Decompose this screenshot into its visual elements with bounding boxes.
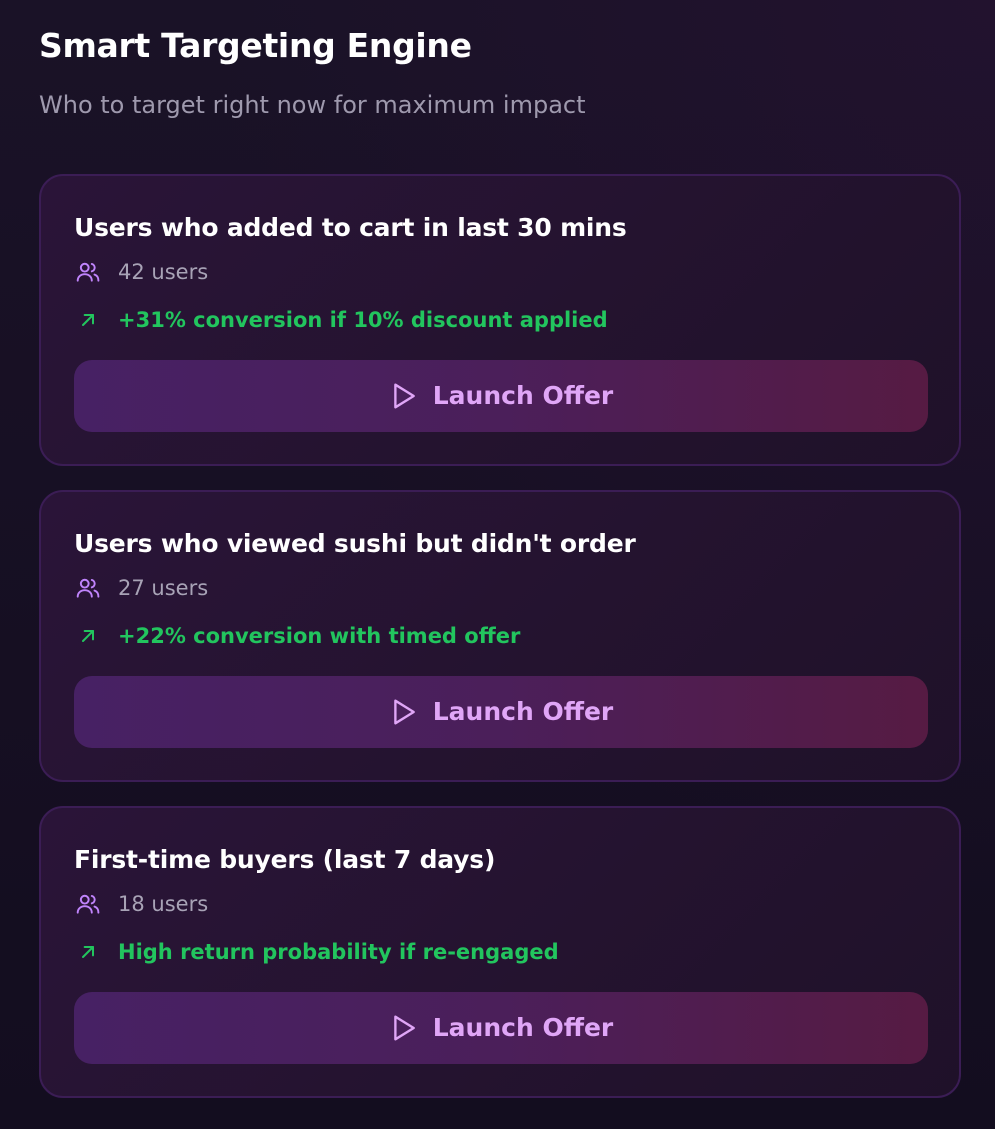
segment-card: Users who added to cart in last 30 mins … [39, 174, 961, 466]
play-icon [389, 697, 419, 727]
users-icon [74, 258, 102, 286]
segment-title: Users who added to cart in last 30 mins [74, 213, 627, 242]
segment-insight: +22% conversion with timed offer [118, 624, 521, 648]
page-title: Smart Targeting Engine [39, 26, 472, 65]
segment-user-count: 18 users [118, 892, 209, 916]
segment-user-count: 42 users [118, 260, 209, 284]
launch-offer-label: Launch Offer [432, 697, 614, 726]
segment-insight-row: +22% conversion with timed offer [74, 622, 926, 650]
segment-title: Users who viewed sushi but didn't order [74, 529, 636, 558]
segment-insight: +31% conversion if 10% discount applied [118, 308, 608, 332]
arrow-up-right-icon [74, 306, 102, 334]
launch-offer-button[interactable]: Launch Offer [74, 360, 928, 432]
launch-offer-button[interactable]: Launch Offer [74, 992, 928, 1064]
segment-card: Users who viewed sushi but didn't order … [39, 490, 961, 782]
segment-users-row: 18 users [74, 890, 926, 918]
segment-insight: High return probability if re-engaged [118, 940, 559, 964]
segment-user-count: 27 users [118, 576, 209, 600]
segment-users-row: 42 users [74, 258, 926, 286]
users-icon [74, 574, 102, 602]
segment-list: Users who added to cart in last 30 mins … [39, 174, 961, 1098]
page-subtitle: Who to target right now for maximum impa… [39, 91, 586, 119]
launch-offer-label: Launch Offer [432, 1013, 614, 1042]
segment-insight-row: High return probability if re-engaged [74, 938, 926, 966]
arrow-up-right-icon [74, 938, 102, 966]
segment-insight-row: +31% conversion if 10% discount applied [74, 306, 926, 334]
segment-title: First-time buyers (last 7 days) [74, 845, 496, 874]
users-icon [74, 890, 102, 918]
launch-offer-label: Launch Offer [432, 381, 614, 410]
segment-users-row: 27 users [74, 574, 926, 602]
arrow-up-right-icon [74, 622, 102, 650]
launch-offer-button[interactable]: Launch Offer [74, 676, 928, 748]
play-icon [389, 1013, 419, 1043]
segment-card: First-time buyers (last 7 days) 18 users [39, 806, 961, 1098]
play-icon [389, 381, 419, 411]
smart-targeting-panel: Smart Targeting Engine Who to target rig… [0, 0, 995, 1129]
